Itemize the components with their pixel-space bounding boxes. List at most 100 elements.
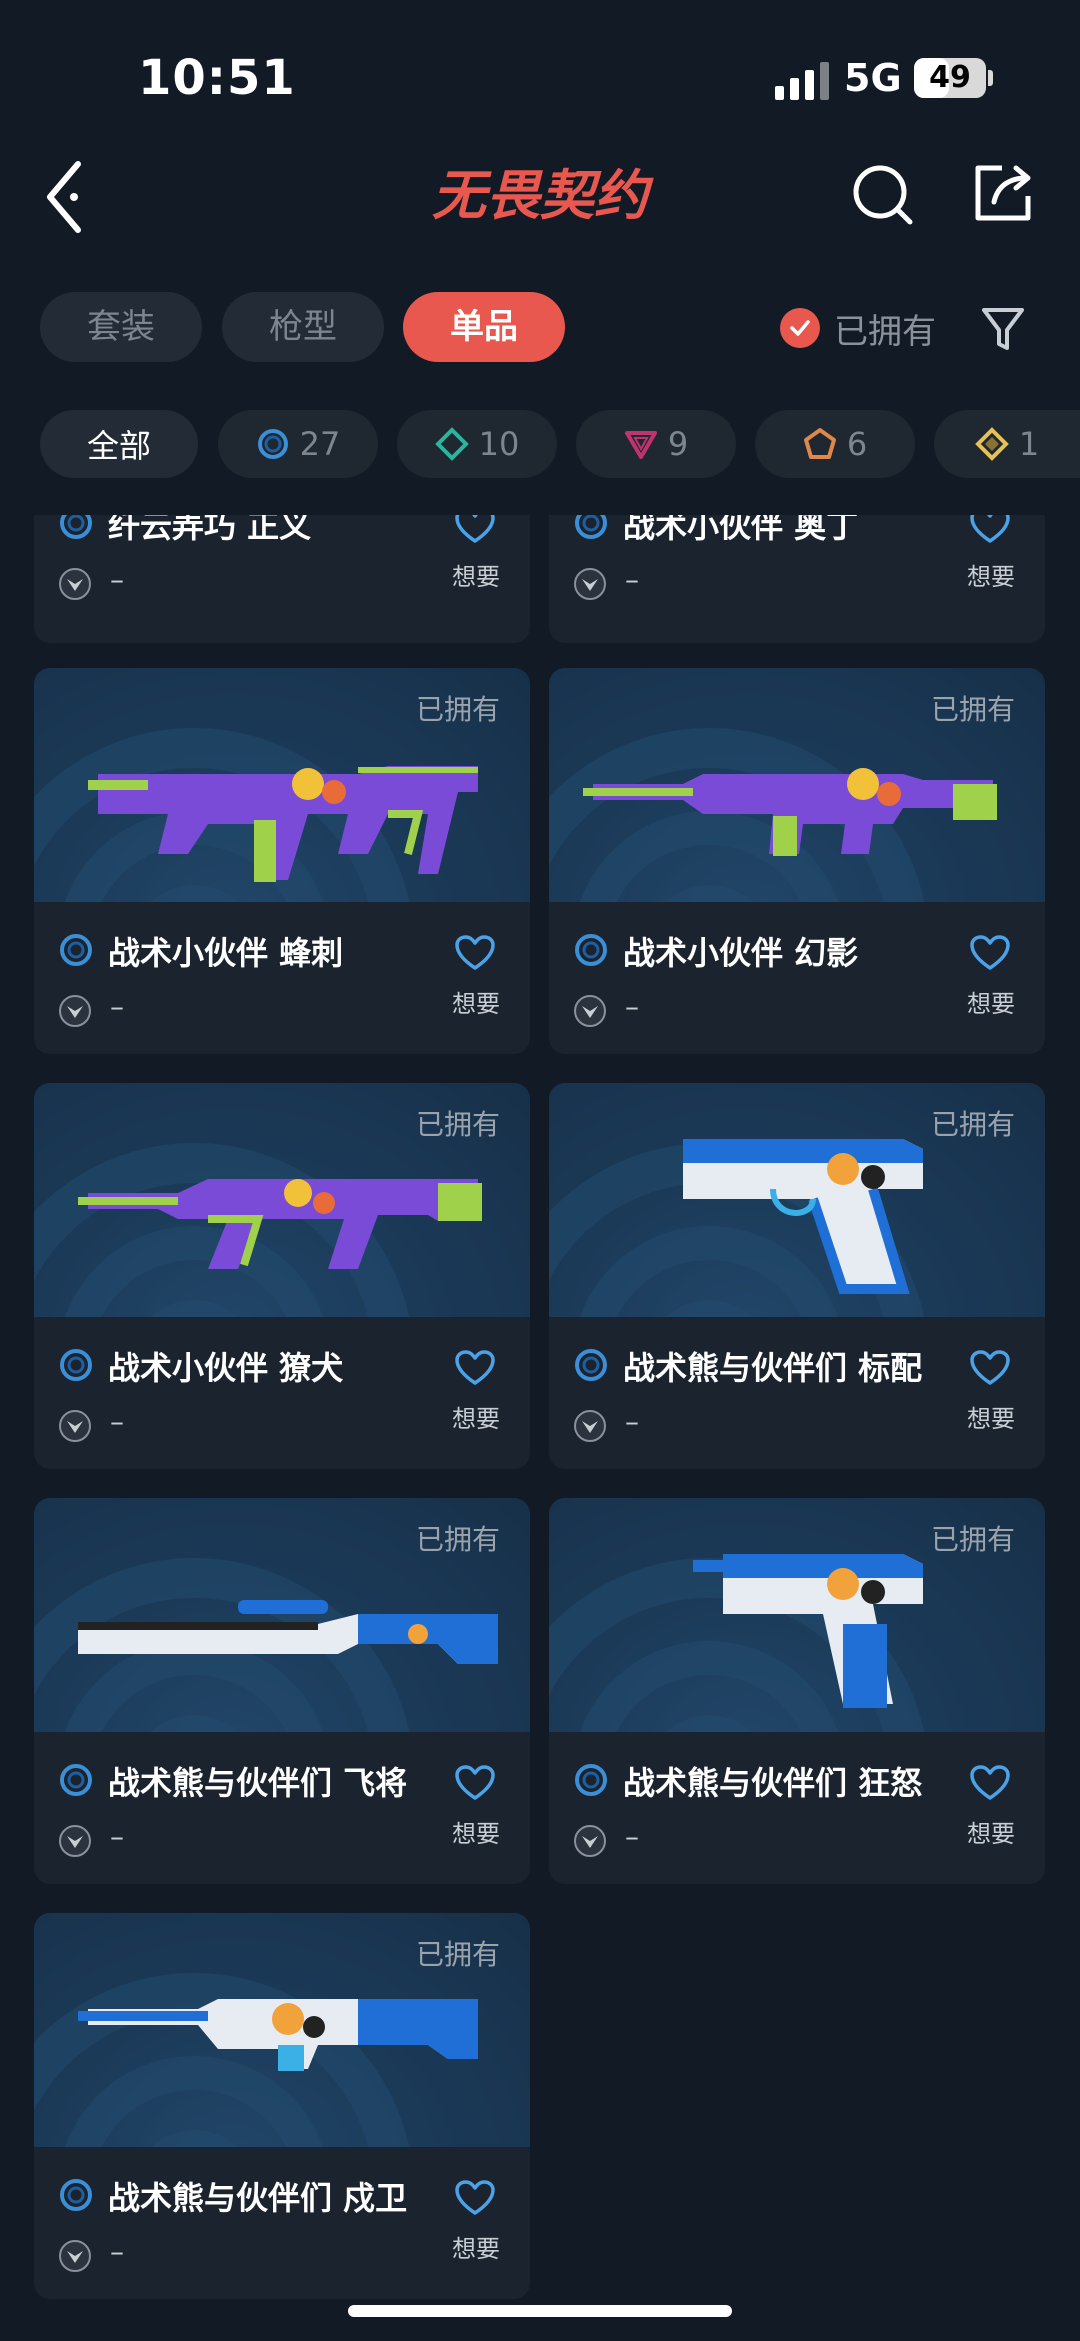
heart-icon[interactable] [454, 515, 496, 545]
skin-name: 战术小伙伴 蜂刺 [108, 934, 344, 972]
skin-image: 已拥有 [34, 668, 530, 902]
heart-icon[interactable] [969, 1764, 1011, 1802]
filter-icon[interactable] [978, 300, 1028, 356]
select-tier-icon [60, 934, 92, 966]
skin-name: 战术熊与伙伴们 飞将 [108, 1764, 408, 1802]
skin-info: 纤云弄巧 正义 – 想要 [34, 515, 530, 629]
heart-icon[interactable] [969, 934, 1011, 972]
tier-badge-icon [59, 2240, 91, 2272]
skin-card[interactable]: 已拥有 战术小伙伴 蜂刺 – 想要 [34, 668, 530, 1054]
owned-filter[interactable]: 已拥有 [780, 300, 936, 356]
svg-text:无畏契约: 无畏契约 [432, 164, 654, 227]
wishlist-label[interactable]: 想要 [452, 1399, 500, 1434]
skin-info: 战术熊与伙伴们 戍卫 – 想要 [34, 2147, 530, 2299]
owned-tag: 已拥有 [930, 693, 1015, 726]
chip-select[interactable]: 27 [218, 410, 378, 478]
wishlist-label[interactable]: 想要 [967, 1399, 1015, 1434]
skin-info: 战术小伙伴 奥丁 – 想要 [549, 515, 1045, 629]
check-icon[interactable] [780, 308, 820, 348]
skin-card[interactable]: 战术小伙伴 奥丁 – 想要 [549, 515, 1045, 643]
tier-value: – [110, 1405, 124, 1438]
status-bar: 10:51 5G 49 [0, 0, 1080, 150]
skin-name: 战术熊与伙伴们 狂怒 [623, 1764, 923, 1802]
heart-icon[interactable] [969, 1349, 1011, 1387]
skin-name: 战术熊与伙伴们 标配 [623, 1349, 923, 1387]
select-tier-icon [60, 515, 92, 539]
wishlist-label[interactable]: 想要 [452, 557, 500, 592]
skin-name: 战术小伙伴 幻影 [623, 934, 859, 972]
tier-value: – [625, 1820, 639, 1853]
game-logo: 无畏契约 [432, 164, 654, 227]
owned-filter-label: 已拥有 [834, 311, 936, 352]
tier-value: – [110, 1820, 124, 1853]
select-tier-icon [257, 429, 288, 459]
search-icon[interactable] [848, 152, 918, 232]
skin-card[interactable]: 纤云弄巧 正义 – 想要 [34, 515, 530, 643]
select-tier-icon [575, 934, 607, 966]
skin-card[interactable]: 已拥有 战术熊与伙伴们 标配 – 想要 [549, 1083, 1045, 1469]
heart-icon[interactable] [454, 934, 496, 972]
chip-ultra-count: 1 [1018, 425, 1040, 463]
heart-icon[interactable] [969, 515, 1011, 545]
owned-tag: 已拥有 [415, 1108, 500, 1141]
battery-level: 49 [929, 60, 971, 95]
chip-all[interactable]: 全部 [40, 410, 198, 478]
signal-icon [775, 62, 829, 100]
heart-icon[interactable] [454, 1349, 496, 1387]
chip-exclusive[interactable]: 6 [755, 410, 915, 478]
tier-value: – [110, 2235, 124, 2268]
chip-ultra[interactable]: 1 [934, 410, 1080, 478]
tab-items[interactable]: 单品 [403, 292, 565, 362]
skin-card[interactable]: 已拥有 战术熊与伙伴们 飞将 – 想要 [34, 1498, 530, 1884]
owned-tag: 已拥有 [415, 1523, 500, 1556]
tier-badge-icon [574, 1410, 606, 1442]
chip-premium-count: 9 [667, 425, 689, 463]
wishlist-label[interactable]: 想要 [967, 557, 1015, 592]
wishlist-label[interactable]: 想要 [967, 1814, 1015, 1849]
tier-badge-icon [59, 568, 91, 600]
chip-premium[interactable]: 9 [576, 410, 736, 478]
skin-info: 战术熊与伙伴们 狂怒 – 想要 [549, 1732, 1045, 1884]
smg-weapon-image [88, 766, 478, 882]
chip-deluxe[interactable]: 10 [397, 410, 557, 478]
skin-card[interactable]: 已拥有 战术小伙伴 幻影 – 想要 [549, 668, 1045, 1054]
machinepistol-weapon-image [693, 1554, 923, 1708]
owned-tag: 已拥有 [930, 1108, 1015, 1141]
premium-tier-icon [624, 431, 657, 459]
skin-grid: 纤云弄巧 正义 – 想要 战术小伙伴 奥丁 – 想要 已拥有 战术小伙伴 蜂刺 … [0, 515, 1080, 2341]
tier-value: – [625, 990, 639, 1023]
share-icon[interactable] [968, 152, 1038, 232]
tab-weapon-types[interactable]: 枪型 [222, 292, 384, 362]
select-tier-icon [60, 1764, 92, 1796]
skin-image: 已拥有 [34, 1498, 530, 1732]
tier-badge-icon [59, 1825, 91, 1857]
skin-info: 战术小伙伴 蜂刺 – 想要 [34, 902, 530, 1054]
skin-card[interactable]: 已拥有 战术熊与伙伴们 狂怒 – 想要 [549, 1498, 1045, 1884]
skin-name: 战术小伙伴 獠犬 [108, 1349, 344, 1387]
skin-image: 已拥有 [34, 1913, 530, 2147]
heart-icon[interactable] [454, 2179, 496, 2217]
back-icon[interactable] [40, 152, 100, 242]
exclusive-tier-icon [803, 428, 836, 459]
chip-select-count: 27 [299, 425, 341, 463]
skin-card[interactable]: 已拥有 战术小伙伴 獠犬 – 想要 [34, 1083, 530, 1469]
battery-nub [988, 70, 993, 86]
sniper-weapon-image [78, 1600, 498, 1664]
skin-info: 战术熊与伙伴们 飞将 – 想要 [34, 1732, 530, 1884]
bullpup-weapon-image [78, 1179, 482, 1269]
select-tier-icon [60, 1349, 92, 1381]
wishlist-label[interactable]: 想要 [452, 984, 500, 1019]
wishlist-label[interactable]: 想要 [452, 2229, 500, 2264]
heart-icon[interactable] [454, 1764, 496, 1802]
skin-card[interactable]: 已拥有 战术熊与伙伴们 戍卫 – 想要 [34, 1913, 530, 2299]
wishlist-label[interactable]: 想要 [967, 984, 1015, 1019]
skin-image: 已拥有 [549, 1083, 1045, 1317]
skin-info: 战术小伙伴 獠犬 – 想要 [34, 1317, 530, 1469]
tier-value: – [625, 563, 639, 596]
tab-bundles[interactable]: 套装 [40, 292, 202, 362]
rifle-weapon-image [583, 768, 997, 856]
skin-image: 已拥有 [34, 1083, 530, 1317]
owned-tag: 已拥有 [415, 693, 500, 726]
wishlist-label[interactable]: 想要 [452, 1814, 500, 1849]
skin-name: 纤云弄巧 正义 [108, 515, 312, 545]
